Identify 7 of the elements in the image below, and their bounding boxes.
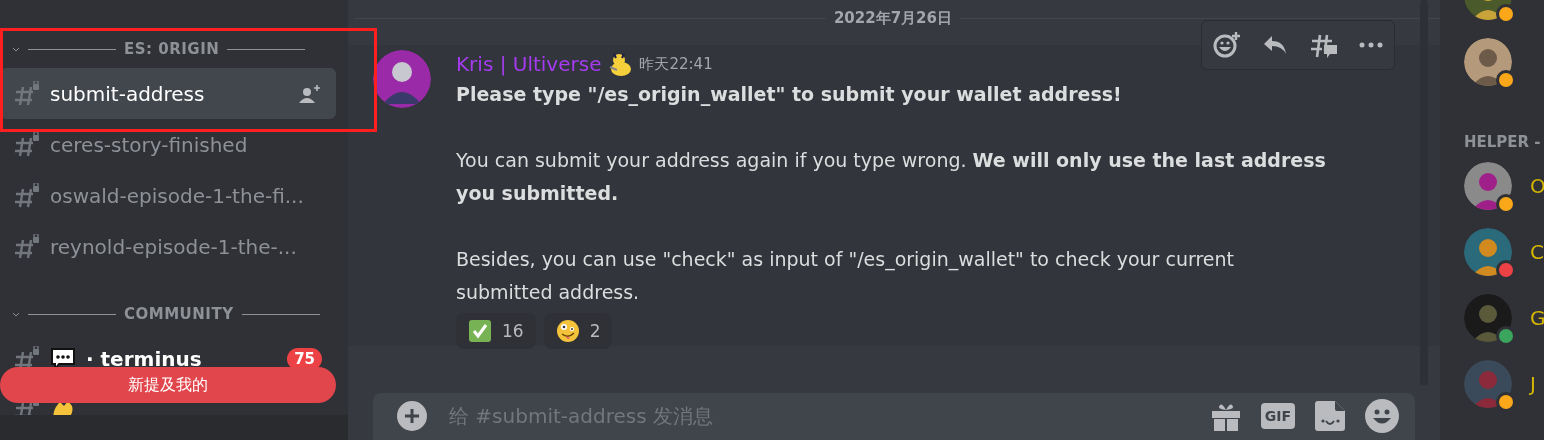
date-divider: 2022年7月26日: [833, 8, 952, 28]
role-header: HELPER -: [1464, 132, 1542, 153]
message-text: Please type "/es_origin_wallet" to submit your wallet address!: [456, 82, 1123, 108]
message-text: You can submit your address again if you type wrong. We will only use the last address you submitted.: [456, 148, 1327, 206]
unread-badge: 75: [287, 347, 322, 370]
timestamp: 昨天22:41: [639, 53, 713, 75]
message-text: Besides, you can use "check" as input of "/es_origin_wallet" to check your current submitted address.: [456, 247, 1235, 305]
